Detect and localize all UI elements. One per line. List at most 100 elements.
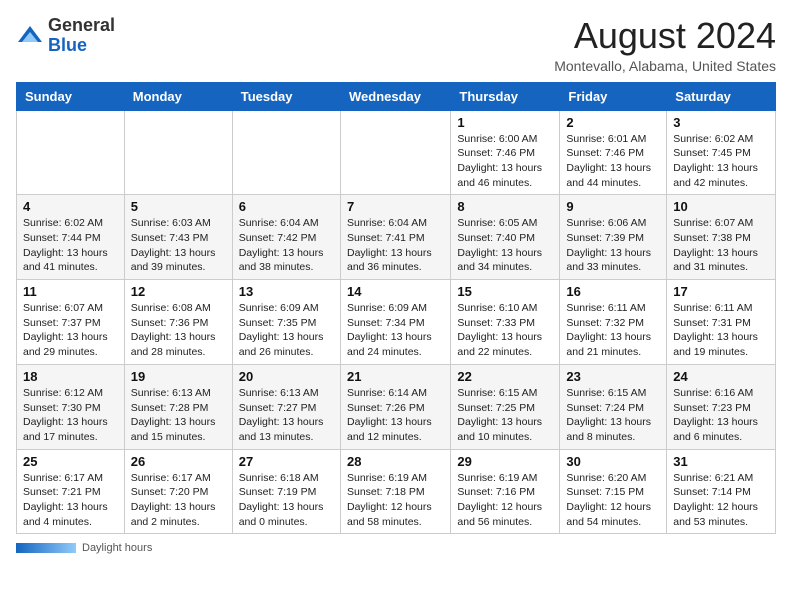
- calendar-cell: 17 Sunrise: 6:11 AM Sunset: 7:31 PM Dayli…: [667, 280, 776, 365]
- page-header: General Blue August 2024 Montevallo, Ala…: [16, 16, 776, 74]
- day-number: 20: [239, 369, 334, 384]
- logo-text: General Blue: [48, 16, 115, 56]
- day-number: 26: [131, 454, 226, 469]
- calendar-cell: 30Sunrise: 6:20 AM Sunset: 7:15 PM Dayli…: [560, 449, 667, 534]
- week-row-4: 18 Sunrise: 6:12 AM Sunset: 7:30 PM Dayli…: [17, 364, 776, 449]
- day-info: Sunrise: 6:17 AM Sunset: 7:21 PM Dayligh…: [23, 471, 118, 530]
- col-header-monday: Monday: [124, 82, 232, 110]
- day-number: 13: [239, 284, 334, 299]
- day-number: 16: [566, 284, 660, 299]
- week-row-2: 4Sunrise: 6:02 AM Sunset: 7:44 PM Daylig…: [17, 195, 776, 280]
- day-number: 21: [347, 369, 444, 384]
- week-row-5: 25Sunrise: 6:17 AM Sunset: 7:21 PM Dayli…: [17, 449, 776, 534]
- day-info: Sunrise: 6:01 AM Sunset: 7:46 PM Dayligh…: [566, 132, 660, 191]
- calendar-cell: 13 Sunrise: 6:09 AM Sunset: 7:35 PM Dayli…: [232, 280, 340, 365]
- calendar-cell: 19Sunrise: 6:13 AM Sunset: 7:28 PM Dayli…: [124, 364, 232, 449]
- day-info: Sunrise: 6:17 AM Sunset: 7:20 PM Dayligh…: [131, 471, 226, 530]
- calendar-cell: 7 Sunrise: 6:04 AM Sunset: 7:41 PM Daylig…: [340, 195, 450, 280]
- day-number: 24: [673, 369, 769, 384]
- day-info: Sunrise: 6:16 AM Sunset: 7:23 PM Dayligh…: [673, 386, 769, 445]
- calendar-cell: 4Sunrise: 6:02 AM Sunset: 7:44 PM Daylig…: [17, 195, 125, 280]
- day-number: 22: [457, 369, 553, 384]
- calendar-cell: 29Sunrise: 6:19 AM Sunset: 7:16 PM Dayli…: [451, 449, 560, 534]
- calendar-cell: 25Sunrise: 6:17 AM Sunset: 7:21 PM Dayli…: [17, 449, 125, 534]
- day-info: Sunrise: 6:11 AM Sunset: 7:31 PM Dayligh…: [673, 301, 769, 360]
- day-info: Sunrise: 6:14 AM Sunset: 7:26 PM Dayligh…: [347, 386, 444, 445]
- day-info: Sunrise: 6:03 AM Sunset: 7:43 PM Dayligh…: [131, 216, 226, 275]
- calendar-cell: 11 Sunrise: 6:07 AM Sunset: 7:37 PM Dayli…: [17, 280, 125, 365]
- day-info: Sunrise: 6:06 AM Sunset: 7:39 PM Dayligh…: [566, 216, 660, 275]
- day-info: Sunrise: 6:12 AM Sunset: 7:30 PM Dayligh…: [23, 386, 118, 445]
- day-number: 18: [23, 369, 118, 384]
- day-info: Sunrise: 6:20 AM Sunset: 7:15 PM Dayligh…: [566, 471, 660, 530]
- calendar-cell: 9Sunrise: 6:06 AM Sunset: 7:39 PM Daylig…: [560, 195, 667, 280]
- calendar-cell: 6Sunrise: 6:04 AM Sunset: 7:42 PM Daylig…: [232, 195, 340, 280]
- day-info: Sunrise: 6:11 AM Sunset: 7:32 PM Dayligh…: [566, 301, 660, 360]
- day-number: 27: [239, 454, 334, 469]
- calendar-cell: 8 Sunrise: 6:05 AM Sunset: 7:40 PM Daylig…: [451, 195, 560, 280]
- day-info: Sunrise: 6:19 AM Sunset: 7:18 PM Dayligh…: [347, 471, 444, 530]
- logo: General Blue: [16, 16, 115, 56]
- day-number: 11: [23, 284, 118, 299]
- day-number: 6: [239, 199, 334, 214]
- calendar-cell: 26 Sunrise: 6:17 AM Sunset: 7:20 PM Dayli…: [124, 449, 232, 534]
- location: Montevallo, Alabama, United States: [554, 58, 776, 74]
- day-number: 7: [347, 199, 444, 214]
- day-info: Sunrise: 6:07 AM Sunset: 7:38 PM Dayligh…: [673, 216, 769, 275]
- day-number: 12: [131, 284, 226, 299]
- calendar-cell: 14 Sunrise: 6:09 AM Sunset: 7:34 PM Dayli…: [340, 280, 450, 365]
- logo-general: General: [48, 15, 115, 35]
- day-info: Sunrise: 6:21 AM Sunset: 7:14 PM Dayligh…: [673, 471, 769, 530]
- day-info: Sunrise: 6:02 AM Sunset: 7:44 PM Dayligh…: [23, 216, 118, 275]
- day-info: Sunrise: 6:15 AM Sunset: 7:25 PM Dayligh…: [457, 386, 553, 445]
- calendar-cell: 12 Sunrise: 6:08 AM Sunset: 7:36 PM Dayli…: [124, 280, 232, 365]
- calendar-header-row: SundayMondayTuesdayWednesdayThursdayFrid…: [17, 82, 776, 110]
- day-info: Sunrise: 6:10 AM Sunset: 7:33 PM Dayligh…: [457, 301, 553, 360]
- day-number: 3: [673, 115, 769, 130]
- day-number: 17: [673, 284, 769, 299]
- day-info: Sunrise: 6:09 AM Sunset: 7:34 PM Dayligh…: [347, 301, 444, 360]
- calendar-cell: 1 Sunrise: 6:00 AM Sunset: 7:46 PM Daylig…: [451, 110, 560, 195]
- day-info: Sunrise: 6:18 AM Sunset: 7:19 PM Dayligh…: [239, 471, 334, 530]
- day-number: 31: [673, 454, 769, 469]
- day-number: 28: [347, 454, 444, 469]
- daylight-label: Daylight hours: [82, 542, 152, 554]
- calendar-cell: 27 Sunrise: 6:18 AM Sunset: 7:19 PM Dayli…: [232, 449, 340, 534]
- day-info: Sunrise: 6:02 AM Sunset: 7:45 PM Dayligh…: [673, 132, 769, 191]
- day-info: Sunrise: 6:13 AM Sunset: 7:27 PM Dayligh…: [239, 386, 334, 445]
- calendar-cell: [340, 110, 450, 195]
- day-info: Sunrise: 6:09 AM Sunset: 7:35 PM Dayligh…: [239, 301, 334, 360]
- col-header-tuesday: Tuesday: [232, 82, 340, 110]
- calendar-cell: 20 Sunrise: 6:13 AM Sunset: 7:27 PM Dayli…: [232, 364, 340, 449]
- week-row-1: 1 Sunrise: 6:00 AM Sunset: 7:46 PM Daylig…: [17, 110, 776, 195]
- day-info: Sunrise: 6:08 AM Sunset: 7:36 PM Dayligh…: [131, 301, 226, 360]
- calendar-cell: 24 Sunrise: 6:16 AM Sunset: 7:23 PM Dayli…: [667, 364, 776, 449]
- day-info: Sunrise: 6:05 AM Sunset: 7:40 PM Dayligh…: [457, 216, 553, 275]
- col-header-wednesday: Wednesday: [340, 82, 450, 110]
- calendar-cell: [124, 110, 232, 195]
- col-header-thursday: Thursday: [451, 82, 560, 110]
- calendar-cell: 3 Sunrise: 6:02 AM Sunset: 7:45 PM Daylig…: [667, 110, 776, 195]
- week-row-3: 11 Sunrise: 6:07 AM Sunset: 7:37 PM Dayli…: [17, 280, 776, 365]
- day-number: 1: [457, 115, 553, 130]
- day-number: 2: [566, 115, 660, 130]
- calendar-cell: 10Sunrise: 6:07 AM Sunset: 7:38 PM Dayli…: [667, 195, 776, 280]
- calendar-cell: [232, 110, 340, 195]
- calendar-cell: 28 Sunrise: 6:19 AM Sunset: 7:18 PM Dayli…: [340, 449, 450, 534]
- day-number: 14: [347, 284, 444, 299]
- calendar-cell: 21 Sunrise: 6:14 AM Sunset: 7:26 PM Dayli…: [340, 364, 450, 449]
- day-number: 23: [566, 369, 660, 384]
- day-info: Sunrise: 6:13 AM Sunset: 7:28 PM Dayligh…: [131, 386, 226, 445]
- day-info: Sunrise: 6:07 AM Sunset: 7:37 PM Dayligh…: [23, 301, 118, 360]
- calendar-cell: [17, 110, 125, 195]
- day-number: 15: [457, 284, 553, 299]
- calendar-cell: 22 Sunrise: 6:15 AM Sunset: 7:25 PM Dayli…: [451, 364, 560, 449]
- day-number: 8: [457, 199, 553, 214]
- calendar-cell: 5Sunrise: 6:03 AM Sunset: 7:43 PM Daylig…: [124, 195, 232, 280]
- col-header-saturday: Saturday: [667, 82, 776, 110]
- day-info: Sunrise: 6:04 AM Sunset: 7:41 PM Dayligh…: [347, 216, 444, 275]
- month-title: August 2024: [554, 16, 776, 56]
- logo-blue: Blue: [48, 35, 87, 55]
- calendar-cell: 15 Sunrise: 6:10 AM Sunset: 7:33 PM Dayli…: [451, 280, 560, 365]
- day-info: Sunrise: 6:00 AM Sunset: 7:46 PM Dayligh…: [457, 132, 553, 191]
